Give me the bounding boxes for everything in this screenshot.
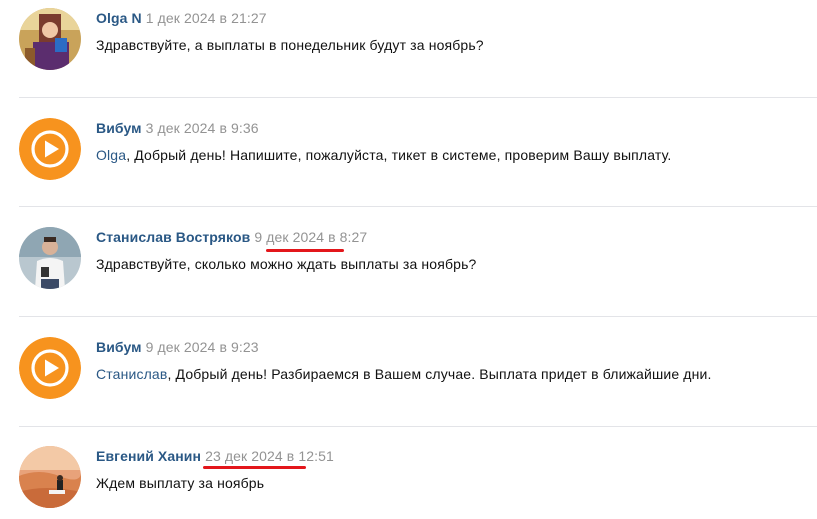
comment-text: Станислав, Добрый день! Разбираемся в Ва… [96, 366, 712, 382]
play-circle-icon [19, 118, 81, 180]
comment-date[interactable]: 9 дек 2024 в 8:27 [254, 229, 367, 245]
comments-feed: Olga N 1 дек 2024 в 21:27 Здравствуйте, … [0, 0, 817, 519]
divider [19, 316, 817, 317]
comment-text: Olga, Добрый день! Напишите, пожалуйста,… [96, 147, 672, 163]
comment-header: Olga N 1 дек 2024 в 21:27 [96, 10, 267, 26]
avatar[interactable] [19, 337, 81, 399]
author-name[interactable]: Olga N [96, 10, 142, 26]
comment-header: Станислав Востряков 9 дек 2024 в 8:27 [96, 229, 367, 245]
comment-text: Здравствуйте, а выплаты в понедельник бу… [96, 37, 484, 53]
divider [19, 426, 817, 427]
avatar[interactable] [19, 8, 81, 70]
avatar[interactable] [19, 227, 81, 289]
comment-header: Евгений Ханин 23 дек 2024 в 12:51 [96, 448, 334, 464]
divider [19, 206, 817, 207]
author-name[interactable]: Станислав Востряков [96, 229, 250, 245]
divider [19, 97, 817, 98]
comment-date[interactable]: 1 дек 2024 в 21:27 [146, 10, 267, 26]
author-name[interactable]: Вибум [96, 339, 142, 355]
red-underline-mark [203, 466, 306, 469]
red-underline-mark [266, 249, 344, 252]
comment-date[interactable]: 3 дек 2024 в 9:36 [146, 120, 259, 136]
comment-date[interactable]: 9 дек 2024 в 9:23 [146, 339, 259, 355]
comment-header: Вибум 3 дек 2024 в 9:36 [96, 120, 259, 136]
avatar[interactable] [19, 118, 81, 180]
comment-header: Вибум 9 дек 2024 в 9:23 [96, 339, 259, 355]
mention-link[interactable]: Olga [96, 147, 126, 163]
comment-text: Здравствуйте, сколько можно ждать выплат… [96, 256, 477, 272]
avatar[interactable] [19, 446, 81, 508]
author-name[interactable]: Евгений Ханин [96, 448, 201, 464]
comment-date[interactable]: 23 дек 2024 в 12:51 [205, 448, 334, 464]
author-name[interactable]: Вибум [96, 120, 142, 136]
play-circle-icon [19, 337, 81, 399]
comment-text: Ждем выплату за ноябрь [96, 475, 265, 491]
mention-link[interactable]: Станислав [96, 366, 167, 382]
